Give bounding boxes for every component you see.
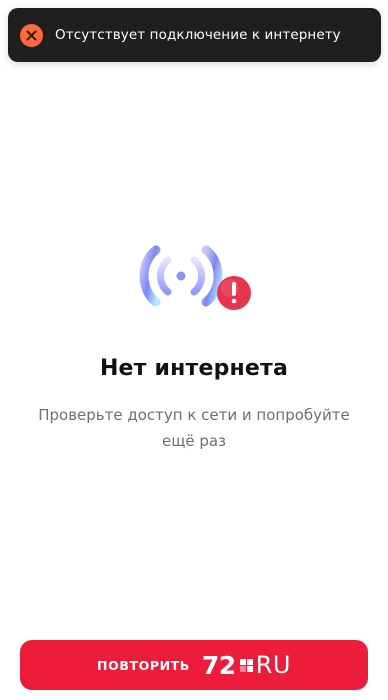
site-logo: 72 RU [202, 651, 291, 680]
logo-number: 72 [201, 650, 236, 680]
page-subtitle: Проверьте доступ к сети и попробуйте ещё… [38, 406, 350, 450]
retry-button-label: ПОВТОРИТЬ [97, 657, 190, 673]
page-title: Нет интернета [99, 356, 289, 381]
retry-button[interactable]: ПОВТОРИТЬ 72 RU [20, 640, 368, 690]
no-connection-toast: Отсутствует подключение к интернету [8, 8, 381, 62]
logo-dots-icon [239, 658, 253, 672]
signal-waves-warning-icon [134, 240, 254, 320]
close-circle-icon[interactable] [20, 23, 43, 47]
toast-message: Отсутствует подключение к интернету [55, 27, 341, 43]
logo-suffix: RU [255, 651, 291, 679]
